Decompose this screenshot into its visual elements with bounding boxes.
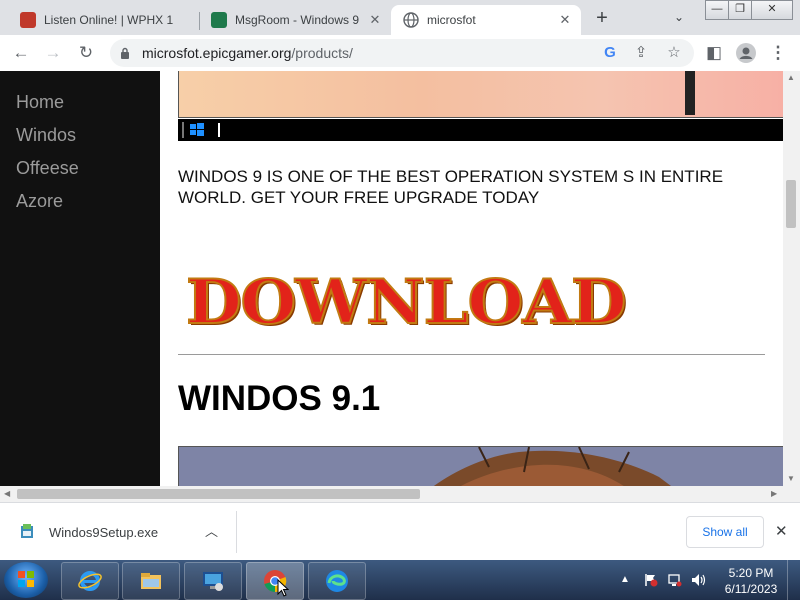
google-lens-icon[interactable]: G — [601, 44, 619, 62]
close-icon[interactable]: ✕ — [557, 12, 573, 28]
show-desktop-button[interactable] — [787, 560, 800, 600]
reload-icon[interactable]: ↻ — [74, 42, 98, 64]
url-text[interactable]: microsfot.epicgamer.org/products/ — [142, 45, 353, 61]
share-icon[interactable]: ⇪ — [632, 44, 650, 62]
nav-item-azore[interactable]: Azore — [16, 191, 63, 212]
close-icon[interactable]: ✕ — [775, 522, 788, 540]
network-icon[interactable] — [668, 573, 682, 587]
tab-title: MsgRoom - Windows 9 — [235, 13, 359, 27]
vertical-scroll-thumb[interactable] — [786, 180, 796, 228]
download-link-image[interactable]: DOWNLOAD — [185, 266, 628, 339]
screenshot-taskbar-strip — [178, 119, 783, 141]
taskbar-internet-explorer[interactable] — [61, 562, 119, 600]
chevron-down-icon[interactable]: ⌄ — [674, 10, 688, 24]
show-hidden-icons-icon[interactable]: ▲ — [620, 574, 630, 585]
text-cursor — [218, 123, 220, 137]
nav-item-windos[interactable]: Windos — [16, 125, 76, 146]
nav-item-home[interactable]: Home — [16, 92, 64, 113]
taskbar-file-explorer[interactable] — [122, 562, 180, 600]
scroll-left-arrow-icon[interactable]: ◀ — [4, 489, 10, 498]
vertical-scrollbar[interactable]: ▲ ▼ — [783, 71, 800, 486]
radio-favicon-icon — [20, 12, 36, 28]
page-content: WINDOS 9 IS ONE OF THE BEST OPERATION SY… — [160, 71, 783, 486]
tab-strip: Listen Online! | WPHX 1 MsgRoom - Window… — [0, 0, 800, 35]
divider — [178, 354, 765, 355]
nav-item-offeese[interactable]: Offeese — [16, 158, 79, 179]
volume-icon[interactable] — [691, 573, 706, 587]
url-path: /products/ — [291, 45, 353, 61]
tab-msgroom[interactable]: MsgRoom - Windows 9 ✕ — [199, 5, 391, 35]
url-domain: microsfot.epicgamer.org — [142, 45, 292, 61]
tab-microsfot[interactable]: microsfot ✕ — [391, 5, 581, 35]
edge-icon — [326, 570, 348, 592]
horizontal-scroll-thumb[interactable] — [17, 489, 420, 499]
window-close-button[interactable]: ✕ — [751, 0, 793, 20]
show-all-button[interactable]: Show all — [686, 516, 764, 548]
plus-icon[interactable]: + — [590, 8, 614, 28]
chevron-up-icon[interactable]: ︿ — [205, 521, 218, 540]
back-arrow-icon[interactable]: ← — [9, 42, 33, 64]
intro-text: WINDOS 9 IS ONE OF THE BEST OPERATION SY… — [178, 167, 724, 207]
internet-explorer-icon — [78, 571, 102, 591]
download-file-name[interactable]: Windos9Setup.exe — [49, 525, 158, 540]
lock-icon[interactable] — [120, 46, 130, 59]
scroll-up-arrow-icon[interactable]: ▲ — [787, 73, 795, 82]
action-center-flag-icon[interactable] — [644, 573, 658, 587]
clock-time[interactable]: 5:20 PM — [722, 566, 780, 580]
hero-image-detail — [685, 71, 695, 115]
forward-arrow-icon[interactable]: → — [41, 42, 65, 64]
tab-title: Listen Online! | WPHX 1 — [44, 13, 174, 27]
close-icon[interactable]: ✕ — [367, 12, 383, 28]
mouse-pointer-icon — [277, 579, 289, 597]
product-image — [178, 446, 783, 486]
remote-desktop-icon — [203, 572, 223, 591]
maximize-button[interactable]: ❐ — [728, 0, 752, 20]
taskbar-edge[interactable] — [308, 562, 366, 600]
windows-logo-icon — [182, 122, 204, 138]
tab-title: microsfot — [427, 13, 476, 27]
setup-file-icon — [20, 523, 34, 539]
address-bar[interactable]: microsfot.epicgamer.org/products/ G ⇪ ☆ — [110, 39, 694, 67]
star-icon[interactable]: ☆ — [665, 44, 683, 62]
browser-toolbar: ← → ↻ microsfot.epicgamer.org/products/ … — [0, 35, 800, 72]
site-sidebar: Home Windos Offeese Azore — [0, 71, 160, 486]
msgroom-favicon-icon — [211, 12, 227, 28]
taskbar-remote-desktop[interactable] — [184, 562, 242, 600]
globe-icon — [403, 12, 419, 28]
side-panel-icon[interactable]: ◧ — [702, 42, 726, 64]
scroll-down-arrow-icon[interactable]: ▼ — [787, 474, 795, 483]
start-button[interactable] — [4, 562, 48, 598]
divider — [236, 511, 237, 553]
tab-wphx[interactable]: Listen Online! | WPHX 1 — [8, 5, 198, 35]
profile-avatar-icon[interactable] — [734, 42, 758, 64]
scroll-right-arrow-icon[interactable]: ▶ — [771, 489, 777, 498]
folder-icon — [141, 573, 161, 589]
windows-taskbar: ▲ 5:20 PM 6/11/2023 — [0, 560, 800, 600]
section-heading: WINDOS 9.1 — [178, 379, 381, 418]
kebab-menu-icon[interactable]: ⋮ — [766, 42, 790, 64]
minimize-button[interactable]: — — [705, 0, 729, 20]
download-bar: Windos9Setup.exe ︿ Show all ✕ — [0, 502, 800, 561]
clock-date[interactable]: 6/11/2023 — [718, 582, 784, 596]
taskbar-chrome[interactable] — [246, 562, 304, 600]
